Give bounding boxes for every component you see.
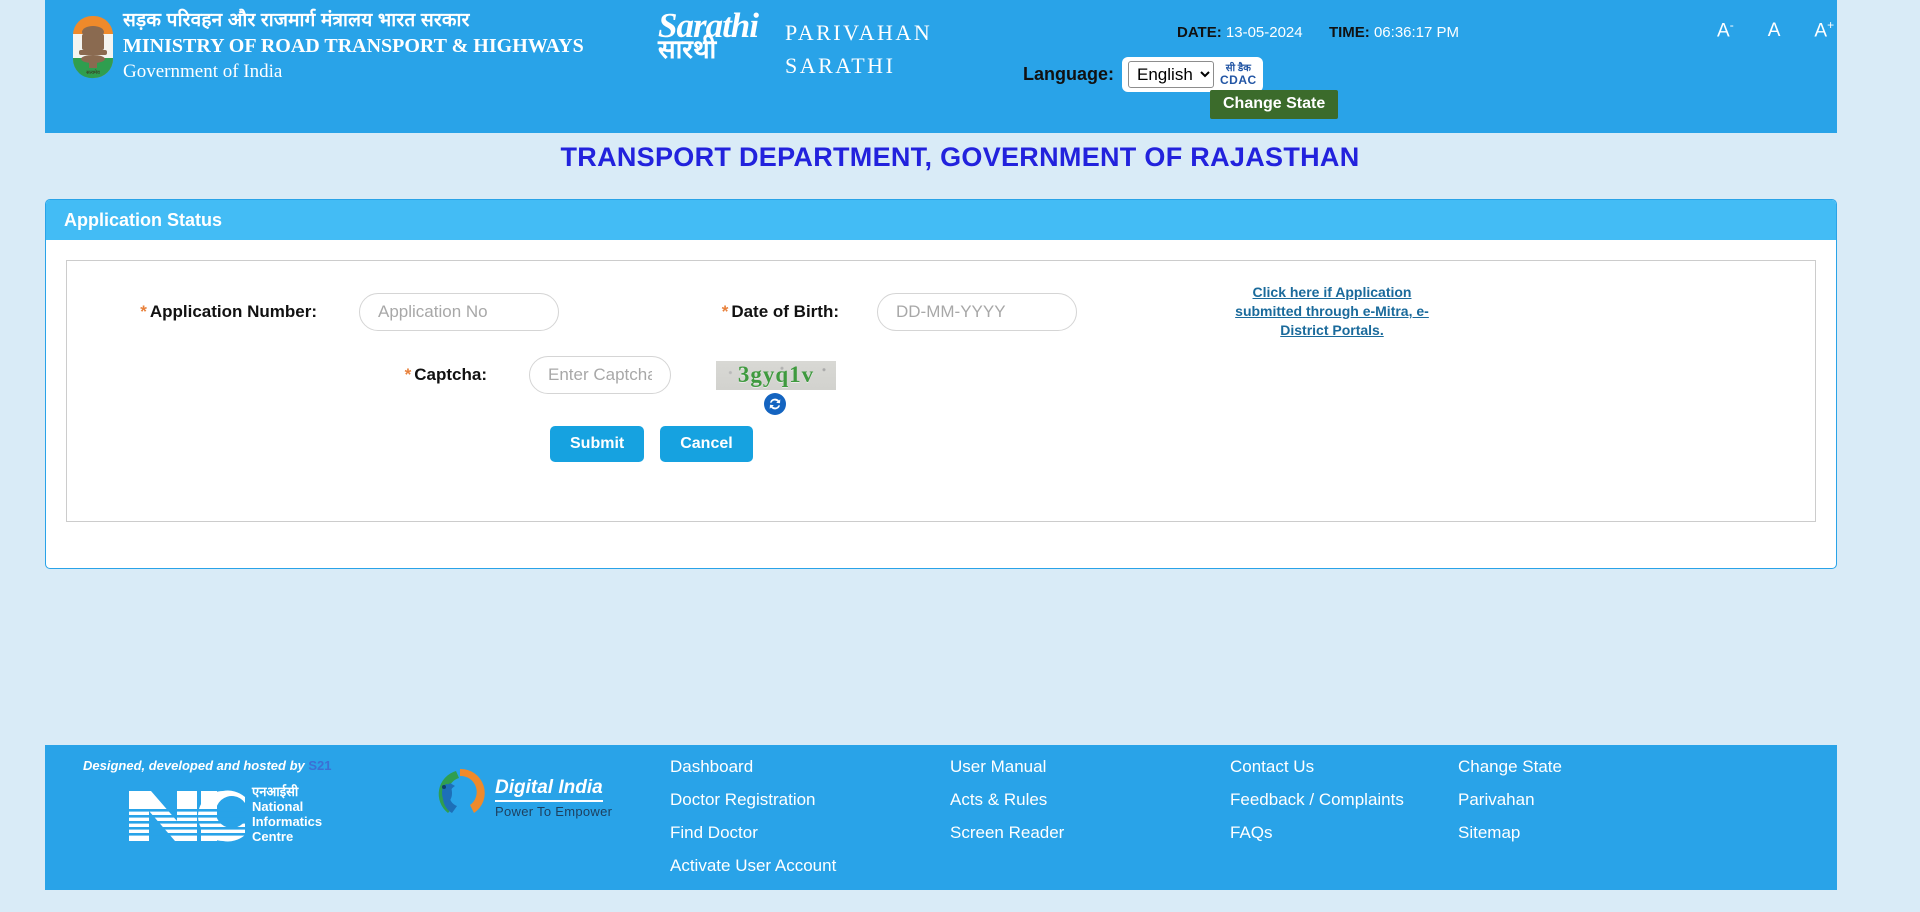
font-normal-button[interactable]: A [1768, 20, 1781, 42]
footer-link-change-state[interactable]: Change State [1458, 757, 1738, 777]
digital-india-wordmark: Digital India Power To Empower [495, 777, 612, 819]
footer-link-acts-and-rules[interactable]: Acts & Rules [950, 790, 1230, 810]
language-box: English सी डैक CDAC [1122, 57, 1263, 92]
date-of-birth-input[interactable] [877, 292, 1077, 331]
cdac-english-label: CDAC [1220, 72, 1257, 87]
designed-by-s21: S21 [308, 758, 332, 773]
language-select[interactable]: English [1128, 61, 1215, 88]
form-actions: Submit Cancel [67, 426, 1815, 462]
font-decrease-button[interactable]: A- [1717, 18, 1734, 42]
site-footer: Designed, developed and hosted by S21 एन… [45, 745, 1837, 890]
captcha-input[interactable] [529, 356, 671, 394]
footer-link-doctor-registration[interactable]: Doctor Registration [670, 790, 950, 810]
sarathi-logo: Sarathi सारथी [658, 8, 783, 72]
date-label: DATE: [1177, 24, 1222, 41]
india-state-emblem-icon: सत्यमेव [69, 14, 117, 80]
footer-link-activate-user-account[interactable]: Activate User Account [670, 856, 950, 876]
footer-link-find-doctor[interactable]: Find Doctor [670, 823, 950, 843]
cdac-logo: सी डैक CDAC [1220, 62, 1257, 87]
ministry-title-english: MINISTRY OF ROAD TRANSPORT & HIGHWAYS [123, 35, 584, 57]
nic-line2: Informatics [252, 814, 323, 829]
nic-line3: Centre [252, 829, 294, 844]
font-increase-sign: + [1827, 18, 1835, 32]
designed-by-text: Designed, developed and hosted by S21 [83, 758, 332, 773]
form-container: *Application Number: *Date of Birth: Cli… [66, 260, 1816, 522]
parivahan-label: PARIVAHAN [785, 20, 933, 45]
cancel-button[interactable]: Cancel [660, 426, 753, 462]
date-of-birth-label-text: Date of Birth: [731, 301, 839, 321]
footer-column: User Manual Acts & Rules Screen Reader [950, 757, 1230, 889]
footer-link-faqs[interactable]: FAQs [1230, 823, 1458, 843]
footer-column: Contact Us Feedback / Complaints FAQs [1230, 757, 1458, 889]
form-row-captcha: *Captcha: 3gyq1v [67, 356, 1815, 415]
footer-link-contact-us[interactable]: Contact Us [1230, 757, 1458, 777]
captcha-label-text: Captcha: [414, 365, 487, 384]
form-row-primary: *Application Number: *Date of Birth: Cli… [67, 283, 1815, 340]
panel-body: *Application Number: *Date of Birth: Cli… [46, 240, 1836, 542]
nic-line1: National [252, 799, 304, 814]
application-number-label: * Application Number: [67, 302, 317, 322]
sarathi-label: SARATHI [785, 53, 896, 78]
page-title: TRANSPORT DEPARTMENT, GOVERNMENT OF RAJA… [560, 142, 1360, 172]
captcha-image-group: 3gyq1v [716, 360, 846, 415]
page-root: सत्यमेव सड़क परिवहन और राजमार्ग मंत्रालय… [0, 0, 1920, 912]
nic-hindi-label: एनआईसी [252, 784, 299, 799]
footer-link-screen-reader[interactable]: Screen Reader [950, 823, 1230, 843]
panel-header: Application Status [46, 200, 1836, 240]
emitra-edistrict-link[interactable]: Click here if Application submitted thro… [1227, 283, 1437, 340]
submit-button[interactable]: Submit [550, 426, 645, 462]
font-size-controls: A- A A+ [1717, 18, 1834, 42]
footer-link-user-manual[interactable]: User Manual [950, 757, 1230, 777]
ministry-title-block: सड़क परिवहन और राजमार्ग मंत्रालय भारत सर… [123, 9, 584, 84]
designed-by-label: Designed, developed and hosted by [83, 758, 305, 773]
nic-logo-icon [127, 787, 245, 850]
cdac-hindi-label: सी डैक [1225, 62, 1251, 74]
footer-link-dashboard[interactable]: Dashboard [670, 757, 950, 777]
required-asterisk: * [140, 301, 147, 321]
government-of-india-label: Government of India [123, 61, 283, 82]
language-label: Language: [1023, 64, 1115, 84]
change-state-button[interactable]: Change State [1210, 90, 1339, 119]
refresh-icon[interactable] [764, 392, 786, 415]
captcha-label: * Captcha: [67, 365, 487, 385]
footer-link-parivahan[interactable]: Parivahan [1458, 790, 1738, 810]
footer-link-sitemap[interactable]: Sitemap [1458, 823, 1738, 843]
ministry-title-hindi: सड़क परिवहन और राजमार्ग मंत्रालय भारत सर… [123, 10, 470, 31]
date-value: 13-05-2024 [1225, 24, 1303, 41]
site-header: सत्यमेव सड़क परिवहन और राजमार्ग मंत्रालय… [45, 0, 1837, 133]
footer-column: Dashboard Doctor Registration Find Docto… [670, 757, 950, 889]
footer-column: Change State Parivahan Sitemap [1458, 757, 1738, 889]
panel-title: Application Status [64, 209, 223, 230]
footer-link-columns: Dashboard Doctor Registration Find Docto… [670, 757, 1738, 889]
application-number-label-text: Application Number: [149, 301, 317, 321]
font-decrease-sign: - [1729, 18, 1734, 32]
required-asterisk: * [404, 365, 412, 384]
digital-india-tagline: Power To Empower [495, 804, 613, 819]
required-asterisk: * [721, 301, 729, 321]
time-label: TIME: [1328, 24, 1370, 41]
digital-india-icon [430, 765, 492, 826]
language-selector-group: Language: English सी डैक CDAC [1023, 57, 1263, 92]
emitra-link-line2: through e-Mitra, e-District Portals. [1280, 303, 1429, 338]
font-decrease-letter: A [1717, 20, 1730, 42]
application-status-panel: Application Status * Application Number: … [45, 199, 1837, 569]
time-value: 06:36:17 PM [1373, 24, 1460, 41]
digital-india-title: Digital India [495, 777, 603, 802]
footer-link-feedback-complaints[interactable]: Feedback / Complaints [1230, 790, 1458, 810]
date-of-birth-label: * Date of Birth: [679, 302, 839, 322]
font-increase-button[interactable]: A+ [1814, 18, 1834, 42]
nic-name-block: एनआईसी National Informatics Centre [252, 784, 322, 844]
font-normal-letter: A [1767, 20, 1781, 42]
parivahan-sarathi-wordmark: PARIVAHAN SARATHI [785, 16, 932, 82]
svg-text:सत्यमेव: सत्यमेव [86, 69, 100, 76]
application-number-input[interactable] [359, 292, 559, 331]
captcha-image: 3gyq1v [716, 360, 836, 390]
date-time-display: DATE: 13-05-2024 TIME: 06:36:17 PM [1177, 24, 1459, 41]
font-increase-letter: A [1814, 20, 1828, 42]
